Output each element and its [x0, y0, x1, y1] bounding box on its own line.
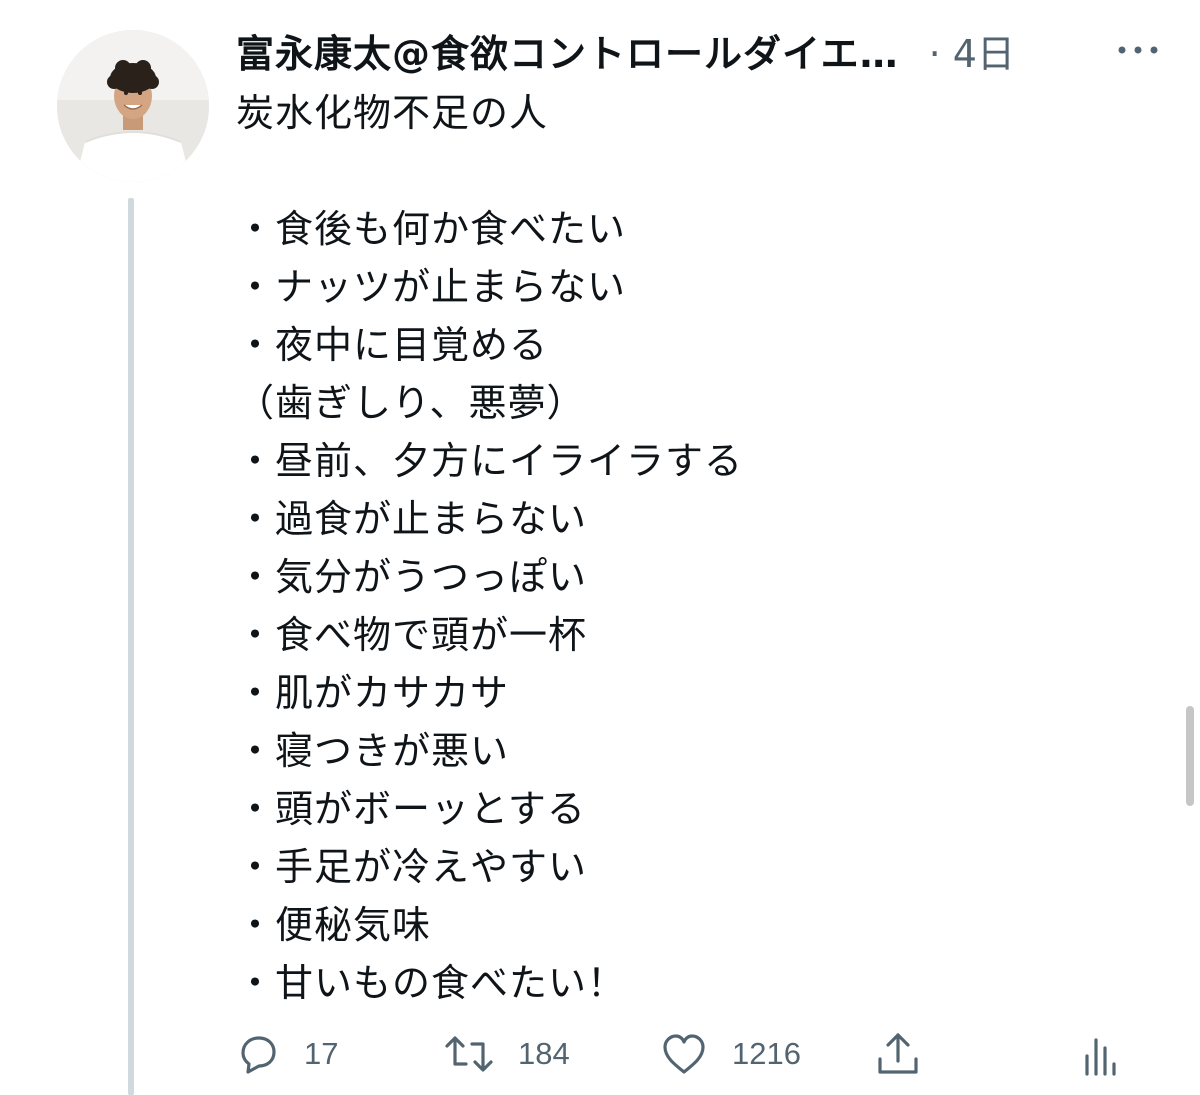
list-item: ・過食が止まらない — [236, 497, 588, 541]
reply-bubble-icon — [241, 1036, 276, 1074]
list-item: ・肌がカサカサ — [236, 671, 510, 715]
list-item: （歯ぎしり、悪夢） — [236, 381, 586, 425]
author-display-name[interactable]: 富永康太@食欲コントロールダイエ… — [236, 23, 899, 78]
thread-connector-line — [128, 198, 134, 1095]
list-item: ・便秘気味 — [236, 903, 432, 947]
tweet-header: 富永康太@食欲コントロールダイエ… · 4日 — [236, 24, 1176, 76]
list-item: ・頭がボーッとする — [236, 787, 586, 831]
share-button[interactable] — [874, 1024, 922, 1084]
tweet-timestamp[interactable]: · 4日 — [929, 23, 1015, 78]
analytics-button[interactable] — [1082, 1024, 1118, 1084]
heart-icon — [663, 1034, 705, 1074]
tweet-heading: 炭水化物不足の人 — [236, 91, 549, 135]
list-item: ・甘いもの食べたい！ — [236, 961, 627, 1005]
list-item: ・食べ物で頭が一杯 — [236, 613, 588, 657]
more-horizontal-icon — [1118, 46, 1158, 54]
retweet-icon — [445, 1036, 493, 1072]
list-item: ・昼前、夕方にイライラする — [236, 439, 744, 483]
scrollbar-thumb[interactable] — [1186, 706, 1194, 806]
list-item: ・気分がうつっぽい — [236, 555, 588, 599]
list-item: ・手足が冷えやすい — [236, 845, 588, 889]
list-item: ・食後も何か食べたい — [236, 207, 627, 251]
retweet-count: 184 — [518, 1036, 570, 1071]
list-item: ・寝つきが悪い — [236, 729, 510, 773]
reply-count: 17 — [304, 1036, 339, 1071]
tweet-text: 炭水化物不足の人 ・食後も何か食べたい ・ナッツが止まらない ・夜中に目覚める … — [236, 84, 1136, 1012]
symptom-list: ・食後も何か食べたい ・ナッツが止まらない ・夜中に目覚める （歯ぎしり、悪夢）… — [236, 200, 1136, 1012]
like-button[interactable]: 1216 — [660, 1024, 801, 1084]
share-icon — [878, 1033, 918, 1074]
reply-button[interactable]: 17 — [234, 1024, 338, 1084]
list-item: ・夜中に目覚める — [236, 323, 549, 367]
list-item: ・ナッツが止まらない — [236, 265, 627, 309]
tweet-actions: 17 184 1216 — [230, 1024, 1130, 1084]
like-count: 1216 — [732, 1036, 801, 1071]
avatar[interactable] — [57, 30, 209, 182]
analytics-icon — [1085, 1038, 1116, 1076]
more-options-button[interactable] — [1114, 38, 1162, 62]
retweet-button[interactable]: 184 — [444, 1024, 570, 1084]
